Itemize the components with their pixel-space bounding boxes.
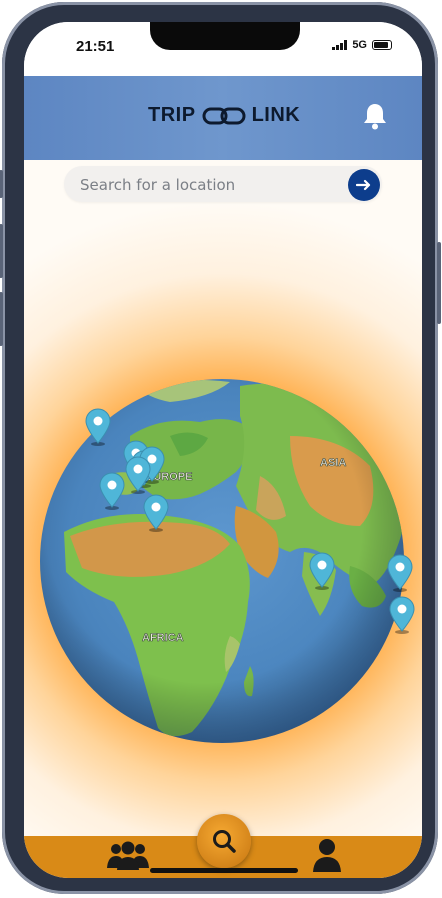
mute-switch <box>0 170 3 198</box>
globe-label-africa: AFRICA <box>142 632 184 644</box>
search-submit-button[interactable] <box>348 169 380 201</box>
map-area: EUROPE ASIA AFRICA <box>24 160 422 836</box>
group-icon[interactable] <box>106 840 150 872</box>
status-time: 21:51 <box>76 38 115 55</box>
signal-icon <box>332 40 348 50</box>
location-pin[interactable] <box>386 554 414 592</box>
globe-label-asia: ASIA <box>320 457 346 469</box>
chain-link-icon <box>202 107 246 124</box>
location-pin[interactable] <box>84 408 112 446</box>
home-indicator <box>150 868 298 873</box>
app-logo: TRIP LINK <box>148 104 300 127</box>
volume-up-button <box>0 224 3 278</box>
search-icon <box>213 830 236 853</box>
phone-frame: 21:51 5G TRIP LINK Search for a location… <box>0 2 441 894</box>
screen: 21:51 5G TRIP LINK Search for a location… <box>24 22 422 878</box>
power-button <box>437 242 441 324</box>
logo-text-link: LINK <box>251 104 301 126</box>
notch <box>150 22 300 50</box>
app-header: TRIP LINK <box>24 76 422 160</box>
location-pin[interactable] <box>124 456 152 494</box>
search-tab-button[interactable] <box>197 814 251 868</box>
network-type: 5G <box>352 39 367 51</box>
volume-down-button <box>0 292 3 346</box>
status-bar: 21:51 5G <box>24 22 422 76</box>
battery-icon <box>372 40 392 50</box>
person-icon[interactable] <box>312 838 342 872</box>
bell-icon[interactable] <box>362 102 388 130</box>
location-pin[interactable] <box>142 494 170 532</box>
search-bar <box>64 166 382 204</box>
location-pin[interactable] <box>388 596 416 634</box>
logo-text-trip: TRIP <box>148 104 196 126</box>
location-pin[interactable] <box>98 472 126 510</box>
search-input[interactable] <box>78 166 342 204</box>
location-pin[interactable] <box>308 552 336 590</box>
status-indicators: 5G <box>332 39 392 51</box>
arrow-right-icon <box>356 179 371 191</box>
